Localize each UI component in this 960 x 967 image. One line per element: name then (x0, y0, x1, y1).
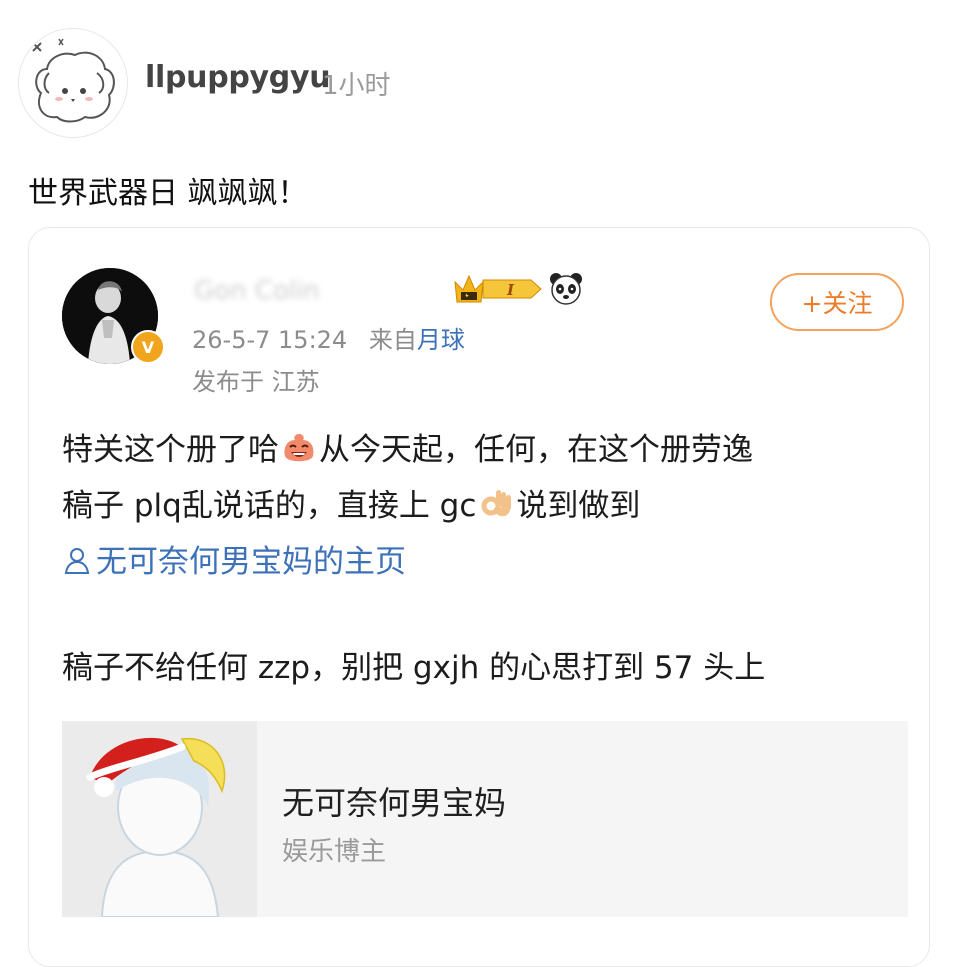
default-avatar-silhouette (62, 721, 257, 917)
body-line2-b: 说到做到 (516, 488, 641, 524)
user-icon (64, 548, 90, 574)
svg-text:I: I (506, 281, 515, 299)
user-avatar[interactable] (18, 28, 128, 138)
profile-role: 娱乐博主 (282, 837, 387, 867)
repost-body: 特关这个册了哈 从今天起，任何，在这个册劳逸 稿子 plq乱说话的，直接上 gc… (62, 422, 902, 590)
via-prefix: 来自 (368, 326, 417, 354)
username[interactable]: llpuppygyu (145, 60, 331, 95)
body-line1-b: 从今天起，任何，在这个册劳逸 (319, 432, 753, 468)
original-author-name[interactable]: Gon Colin (194, 276, 320, 306)
profile-thumbnail (62, 721, 257, 917)
crown-level-badge: I (454, 274, 542, 303)
post-text: 世界武器日 飒飒飒！ (28, 176, 308, 211)
avatar-puppy-drawing (19, 29, 127, 137)
body-line1-a: 特关这个册了哈 (62, 432, 279, 468)
body-line2-a: 稿子 plq乱说话的，直接上 gc (62, 488, 477, 524)
post-date: 26-5-7 15:24 (192, 326, 348, 354)
ok-hand-emoji (481, 490, 512, 517)
linked-profile-card[interactable]: 无可奈何男宝妈 娱乐博主 (62, 721, 908, 917)
laughing-emoji (284, 434, 314, 462)
follow-button[interactable]: +关注 (770, 273, 904, 331)
via-source-link[interactable]: 月球 (417, 326, 465, 354)
body-paragraph-2: 稿子不给任何 zzp，别把 gxjh 的心思打到 57 头上 (62, 650, 766, 686)
mention-link[interactable]: 无可奈何男宝妈的主页 (62, 534, 902, 590)
profile-name[interactable]: 无可奈何男宝妈 (282, 778, 506, 824)
reposted-weibo-card[interactable]: V Gon Colin I +关注 26-5-7 15:24 来自月球 发布于 … (28, 227, 930, 967)
panda-icon (550, 273, 582, 305)
post-location: 发布于 江苏 (192, 368, 320, 396)
post-time: 1小时 (322, 71, 391, 101)
mention-text[interactable]: 无可奈何男宝妈的主页 (96, 544, 406, 580)
verified-v-icon: V (131, 330, 165, 364)
post-meta: 26-5-7 15:24 来自月球 (192, 320, 465, 355)
